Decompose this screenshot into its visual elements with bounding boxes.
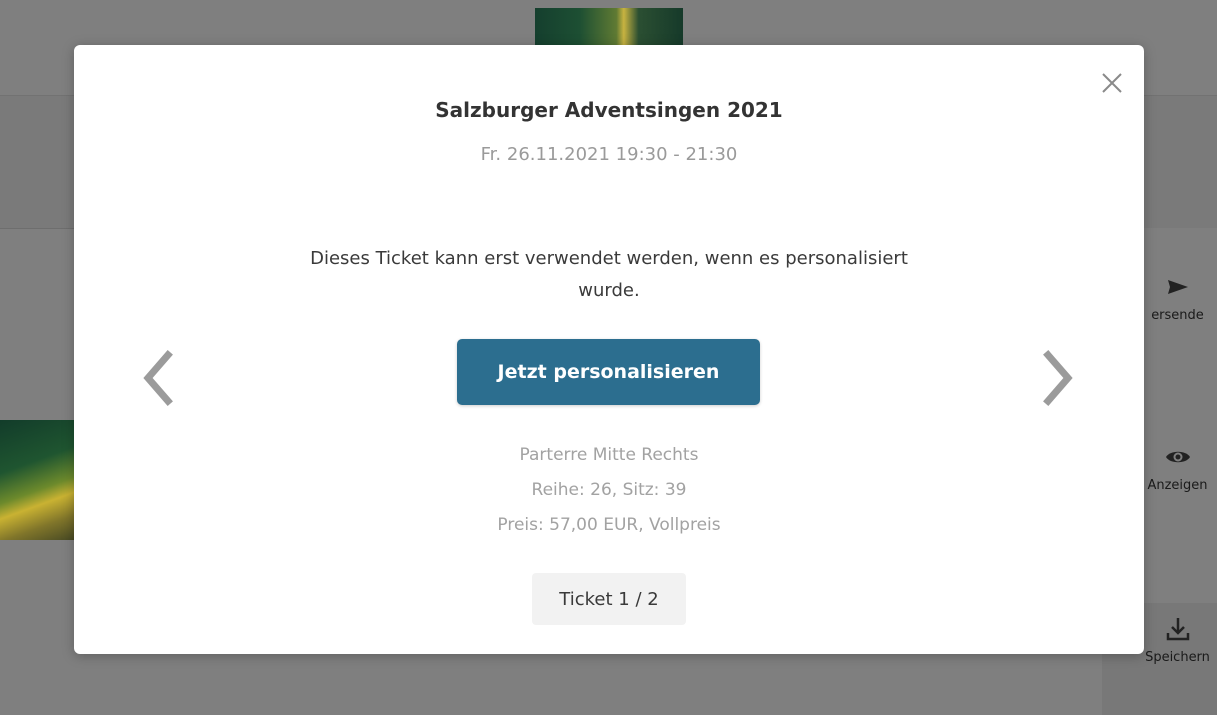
send-ticket-label: ersende <box>1151 308 1204 323</box>
download-icon <box>1166 618 1189 641</box>
close-icon <box>1102 73 1122 93</box>
event-title: Salzburger Adventsingen 2021 <box>435 98 783 122</box>
ticket-counter: Ticket 1 / 2 <box>532 573 686 625</box>
event-logo-image <box>535 8 683 46</box>
close-button[interactable] <box>1098 69 1126 97</box>
send-icon <box>1167 280 1188 294</box>
ticket-modal: Salzburger Adventsingen 2021 Fr. 26.11.2… <box>74 45 1144 654</box>
seat-area: Parterre Mitte Rechts <box>519 445 699 465</box>
chevron-right-icon <box>1043 350 1073 406</box>
chevron-left-icon <box>143 350 173 406</box>
save-ticket-label: Speichern <box>1145 650 1210 665</box>
seat-info: Parterre Mitte Rechts Reihe: 26, Sitz: 3… <box>74 438 1144 543</box>
previous-ticket-button[interactable] <box>136 345 180 411</box>
event-datetime: Fr. 26.11.2021 19:30 - 21:30 <box>480 144 738 165</box>
seat-row-seat: Reihe: 26, Sitz: 39 <box>531 480 687 500</box>
eye-icon <box>1165 451 1190 463</box>
personalize-button[interactable]: Jetzt personalisieren <box>457 339 760 405</box>
next-ticket-button[interactable] <box>1036 345 1080 411</box>
personalization-message: Dieses Ticket kann erst verwendet werden… <box>310 248 908 301</box>
show-ticket-label: Anzeigen <box>1147 478 1208 493</box>
seat-price: Preis: 57,00 EUR, Vollpreis <box>497 515 721 535</box>
